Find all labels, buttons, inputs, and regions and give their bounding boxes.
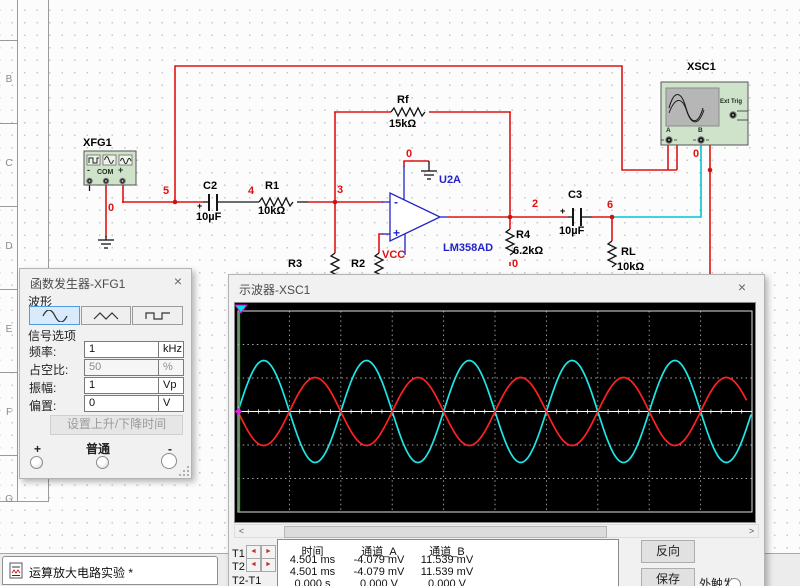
t2t1-channel-b: 0.000 V <box>413 578 481 586</box>
scroll-left-icon[interactable]: < <box>235 525 248 537</box>
label-xfg1: XFG1 <box>83 138 112 149</box>
label-vcc: VCC <box>382 250 405 261</box>
fg-resize-grip[interactable] <box>178 465 190 477</box>
label-u2a: U2A <box>439 175 461 186</box>
save-button[interactable]: 保存 <box>641 568 695 586</box>
scope-readout-table: 时间 通道_A 通道_B 4.501 ms -4.079 mV 11.539 m… <box>277 539 619 586</box>
multisim-workspace: B C D E F G <box>0 0 800 586</box>
fg-duty-input: 50 <box>84 359 159 376</box>
scope-close-icon[interactable]: × <box>734 279 750 295</box>
label-xsc1: XSC1 <box>687 62 716 73</box>
t1-move-right-button[interactable]: ► <box>261 545 276 559</box>
opamp-inverting-input-mark: - <box>394 196 398 208</box>
xsc-channel-b-label: B <box>698 128 703 135</box>
xfg-minus-terminal-label: - <box>87 166 90 175</box>
wire-channel-b[interactable] <box>613 143 701 217</box>
label-r4: R4 <box>516 230 530 241</box>
xsc-ext-trig-label: Ext Trig <box>720 99 742 105</box>
sheet-tab-label: 运算放大电路实验 * <box>29 564 133 581</box>
sheet-icon <box>9 562 24 579</box>
fg-amplitude-unit[interactable]: Vp <box>158 377 184 394</box>
fg-square-wave-button[interactable] <box>132 306 183 325</box>
t2-channel-a: -4.079 mV <box>345 566 413 578</box>
fg-triangle-wave-button[interactable] <box>81 306 131 325</box>
function-generator-dialog: 函数发生器-XFG1 × 波形 信号选项 频率: 1 kHz 占空比: 50 %… <box>19 268 192 479</box>
cursor-marker-icon <box>235 305 247 313</box>
oscilloscope-dialog: 示波器-XSC1 × < > T1 ◄ ► T2 ◄ ► T2-T1 <box>228 274 765 586</box>
label-r2: R2 <box>351 259 365 270</box>
fg-offset-input[interactable]: 0 <box>84 395 159 412</box>
scope-dialog-title[interactable]: 示波器-XSC1 <box>239 281 310 298</box>
fg-frequency-label: 频率: <box>29 343 56 360</box>
sheet-tab[interactable]: 运算放大电路实验 * <box>2 556 218 585</box>
fg-minus-terminal[interactable] <box>161 453 177 469</box>
scope-display <box>234 302 756 523</box>
label-c3-plus: + <box>560 207 565 216</box>
t2-channel-b: 11.539 mV <box>413 566 481 578</box>
fg-amplitude-label: 振幅: <box>29 379 56 396</box>
fg-sine-wave-button[interactable] <box>29 306 80 325</box>
fg-signal-options-label: 信号选项 <box>28 327 76 344</box>
label-rl-value: 10kΩ <box>617 262 644 273</box>
t1-channel-a: -4.079 mV <box>345 554 413 566</box>
cursor-t2t1-label: T2-T1 <box>232 575 261 586</box>
xfg-plus-terminal-label: + <box>118 166 123 175</box>
channel-y-marker-icon <box>235 408 242 415</box>
label-rf-value: 15kΩ <box>389 119 416 130</box>
fg-common-terminal-label: 普通 <box>86 440 110 457</box>
cursor-t2-label: T2 <box>232 561 245 573</box>
scope-scrollbar-thumb[interactable] <box>284 526 607 538</box>
label-lm358ad: LM358AD <box>443 243 493 254</box>
t2-time: 4.501 ms <box>280 566 345 578</box>
label-r1-value: 10kΩ <box>258 206 285 217</box>
fg-duty-label: 占空比: <box>29 361 68 378</box>
fg-amplitude-input[interactable]: 1 <box>84 377 159 394</box>
oscilloscope-icon[interactable] <box>661 82 748 145</box>
reverse-button[interactable]: 反向 <box>641 540 695 563</box>
fg-set-rise-fall-button[interactable]: 设置上升/下降时间 <box>50 415 183 435</box>
t2t1-channel-a: 0.000 V <box>345 578 413 586</box>
fg-dialog-title[interactable]: 函数发生器-XFG1 <box>30 275 125 292</box>
t2-move-right-button[interactable]: ► <box>261 558 276 572</box>
scroll-right-icon[interactable]: > <box>745 525 758 537</box>
fg-common-terminal[interactable] <box>96 456 109 469</box>
label-r4-value: 6.2kΩ <box>513 246 543 257</box>
label-rl: RL <box>621 247 636 258</box>
xsc-channel-a-label: A <box>666 128 671 135</box>
cursor-t1-label: T1 <box>232 548 245 560</box>
label-c3-value: 10µF <box>559 226 584 237</box>
fg-duty-unit: % <box>158 359 184 376</box>
xfg-com-terminal-label: COM <box>97 169 113 176</box>
fg-frequency-unit[interactable]: kHz <box>158 341 184 358</box>
t2t1-time: 0.000 s <box>280 578 345 586</box>
triangle-wave-icon <box>93 310 119 322</box>
label-c2-value: 10µF <box>196 212 221 223</box>
opamp-noninverting-input-mark: + <box>393 227 400 239</box>
label-rf: Rf <box>397 95 409 106</box>
sine-wave-icon <box>42 310 68 322</box>
fg-offset-label: 偏置: <box>29 397 56 414</box>
function-generator-icon[interactable] <box>84 151 136 185</box>
fg-close-icon[interactable]: × <box>170 273 186 289</box>
scope-scrollbar[interactable]: < > <box>234 524 759 538</box>
t2-move-left-button[interactable]: ◄ <box>246 558 261 572</box>
label-r1: R1 <box>265 181 279 192</box>
label-c2-plus: + <box>197 202 202 211</box>
label-c3: C3 <box>568 190 582 201</box>
t1-move-left-button[interactable]: ◄ <box>246 545 261 559</box>
fg-plus-terminal-label: + <box>34 442 41 456</box>
t1-channel-b: 11.539 mV <box>413 554 481 566</box>
t1-time: 4.501 ms <box>280 554 345 566</box>
fg-offset-unit[interactable]: V <box>158 395 184 412</box>
fg-plus-terminal[interactable] <box>30 456 43 469</box>
square-wave-icon <box>145 310 171 322</box>
label-r3: R3 <box>288 259 302 270</box>
fg-frequency-input[interactable]: 1 <box>84 341 159 358</box>
ext-trigger-radio[interactable] <box>728 578 741 586</box>
label-c2: C2 <box>203 181 217 192</box>
